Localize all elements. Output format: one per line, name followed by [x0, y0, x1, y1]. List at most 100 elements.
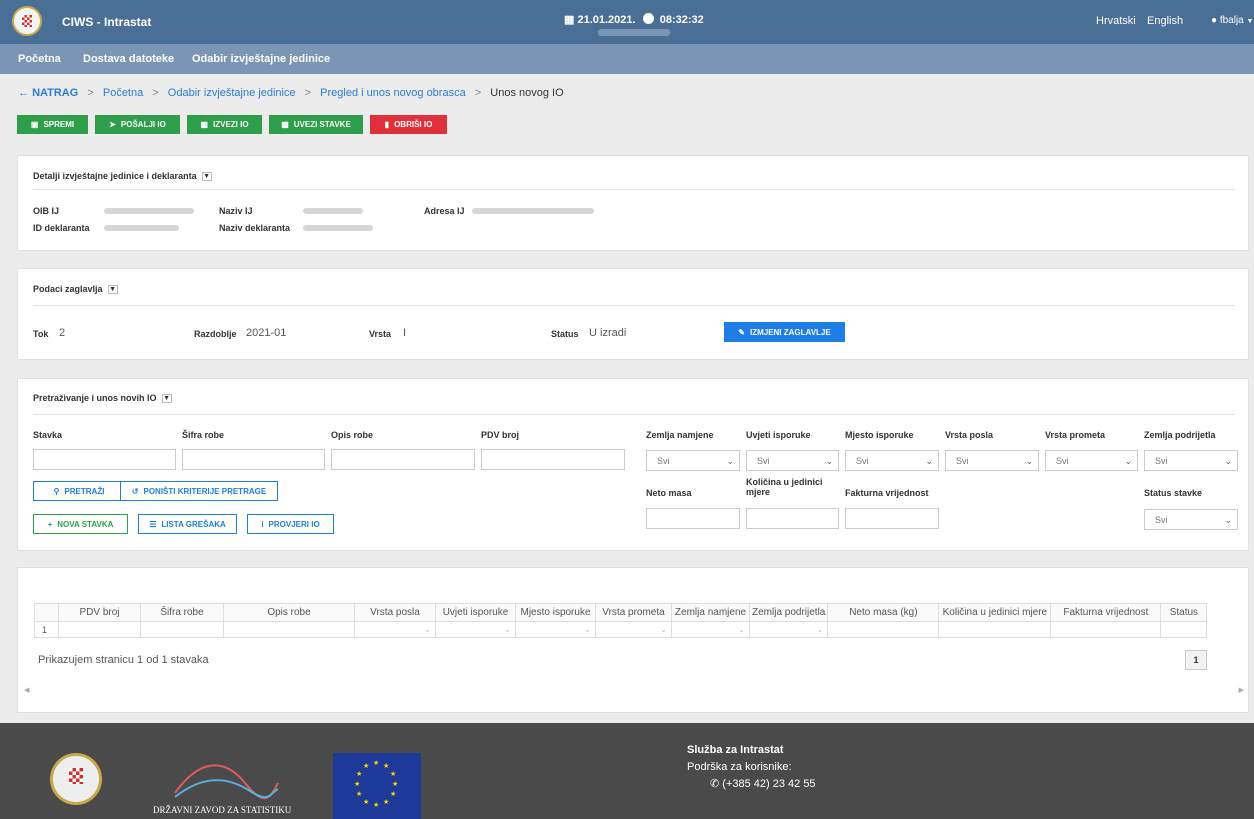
send-icon: ➤: [109, 120, 116, 129]
scroll-right-icon[interactable]: ▶: [1239, 686, 1244, 694]
chevron-down-icon: ⌄: [1224, 456, 1232, 466]
zemlja-namjene-select[interactable]: Svi ⌄: [646, 450, 740, 471]
chevron-down-icon[interactable]: ⌄: [354, 621, 436, 638]
eu-flag-icon: ★ ★ ★ ★ ★ ★ ★ ★ ★ ★ ★ ★: [333, 753, 421, 819]
chevron-down-icon[interactable]: ⌄: [595, 621, 672, 638]
search-panel-title[interactable]: Pretraživanje i unos novih IO ▼: [33, 393, 172, 404]
neto-masa-input[interactable]: [646, 508, 740, 529]
save-button[interactable]: ▣ SPREMI: [17, 115, 88, 134]
breadcrumb-item-odabir[interactable]: Odabir izvještajne jedinice: [168, 87, 296, 99]
col-mjesto-isporuke[interactable]: Mjesto isporuke: [515, 603, 596, 622]
naziv-ij-value-redacted: [303, 208, 363, 214]
col-zemlja-podrijetla[interactable]: Zemlja podrijetla: [748, 603, 829, 622]
save-icon: ▣: [30, 120, 39, 129]
status-value: U izradi: [589, 327, 627, 339]
declarant-id-value-redacted: [104, 225, 179, 231]
status-stavke-select[interactable]: Svi ⌄: [1144, 509, 1238, 530]
current-time: 08:32:32: [659, 14, 704, 26]
sifra-robe-label: Šifra robe: [182, 430, 225, 440]
lang-hr-link[interactable]: Hrvatski: [1096, 15, 1136, 27]
caret-down-icon: ▼: [1246, 18, 1254, 25]
adresa-value-redacted: [472, 208, 594, 214]
check-io-button[interactable]: i PROVJERI IO: [247, 514, 334, 534]
vrsta-prometa-select[interactable]: Svi ⌄: [1045, 450, 1138, 471]
col-kolicina[interactable]: Količina u jedinici mjere: [938, 603, 1052, 622]
current-date: 21.01.2021.: [577, 14, 636, 26]
horizontal-scrollbar[interactable]: ◀ ▶: [24, 686, 1244, 697]
trash-icon: ▮: [384, 120, 390, 129]
sifra-robe-input[interactable]: [182, 449, 325, 470]
breadcrumb-item-pregled[interactable]: Pregled i unos novog obrasca: [320, 87, 466, 99]
nav-item-pocetna[interactable]: Početna: [18, 53, 61, 65]
edit-header-button[interactable]: ✎ IZMJENI ZAGLAVLJE: [724, 322, 845, 342]
col-sifra-robe[interactable]: Šifra robe: [140, 603, 224, 622]
back-link[interactable]: ← NATRAG: [18, 87, 78, 99]
export-button[interactable]: ▩ IZVEZI IO: [187, 115, 262, 134]
chevron-down-icon[interactable]: ⌄: [671, 621, 750, 638]
service-title: Služba za Intrastat: [687, 744, 784, 756]
support-phone[interactable]: ✆ (+385 42) 23 42 55: [710, 777, 816, 790]
kolicina-input[interactable]: [746, 508, 839, 529]
nav-item-dostava[interactable]: Dostava datoteke: [83, 53, 174, 65]
chevron-down-icon[interactable]: ⌄: [515, 621, 596, 638]
chevron-down-icon[interactable]: ⌄: [748, 621, 829, 638]
scroll-left-icon[interactable]: ◀: [24, 686, 29, 694]
calendar-icon: ▦: [564, 14, 575, 26]
clock-icon: [642, 13, 654, 24]
delete-button[interactable]: ▮ OBRIŠI IO: [370, 115, 447, 134]
tok-value: 2: [59, 327, 66, 339]
search-icon: ⚲: [53, 486, 60, 496]
vrsta-prometa-label: Vrsta prometa: [1045, 430, 1106, 440]
status-stavke-label: Status stavke: [1144, 488, 1203, 498]
uvjeti-isporuke-select[interactable]: Svi ⌄: [746, 450, 839, 471]
footer: DRŽAVNI ZAVOD ZA STATISTIKU ★ ★ ★ ★ ★ ★ …: [0, 723, 1254, 819]
col-pdv-broj[interactable]: PDV broj: [58, 603, 141, 622]
new-item-button[interactable]: + NOVA STAVKA: [33, 514, 128, 534]
opis-robe-input[interactable]: [331, 449, 475, 470]
details-panel: Detalji izvještajne jedinice i deklarant…: [17, 155, 1249, 251]
naziv-ij-label: Naziv IJ: [219, 206, 253, 216]
col-zemlja-namjene[interactable]: Zemlja namjene: [671, 603, 750, 622]
error-list-button[interactable]: ☰ LISTA GREŠAKA: [138, 514, 237, 534]
zemlja-namjene-label: Zemlja namjene: [646, 430, 714, 440]
collapse-caret-icon: ▼: [201, 172, 212, 182]
details-panel-title[interactable]: Detalji izvještajne jedinice i deklarant…: [33, 171, 212, 182]
uvjeti-isporuke-label: Uvjeti isporuke: [746, 430, 811, 440]
user-menu[interactable]: ● fbalja ▼: [1211, 15, 1253, 26]
row-number: 1: [34, 621, 59, 638]
lang-en-link[interactable]: English: [1147, 15, 1183, 27]
edit-icon: ✎: [738, 327, 745, 337]
collapse-caret-icon: ▼: [107, 285, 118, 295]
col-status[interactable]: Status: [1160, 603, 1208, 622]
fakturna-input[interactable]: [845, 508, 939, 529]
results-grid: PDV broj Šifra robe Opis robe Vrsta posl…: [34, 603, 1208, 638]
col-opis-robe[interactable]: Opis robe: [223, 603, 355, 622]
col-uvjeti-isporuke[interactable]: Uvjeti isporuke: [435, 603, 516, 622]
adresa-label: Adresa IJ: [424, 206, 465, 216]
list-icon: ☰: [149, 519, 157, 529]
send-button[interactable]: ➤ POŠALJI IO: [95, 115, 180, 134]
chevron-down-icon[interactable]: ⌄: [435, 621, 516, 638]
user-icon: ●: [1211, 15, 1218, 26]
chevron-down-icon: ⌄: [925, 456, 933, 466]
col-vrsta-posla[interactable]: Vrsta posla: [354, 603, 436, 622]
nav-item-odabir[interactable]: Odabir izvještajne jedinice: [192, 53, 330, 65]
zemlja-podrijetla-label: Zemlja podrijetla: [1144, 430, 1216, 440]
breadcrumb-item-pocetna[interactable]: Početna: [103, 87, 143, 99]
table-row[interactable]: 1 ⌄ ⌄ ⌄ ⌄ ⌄ ⌄: [34, 621, 1208, 638]
zemlja-podrijetla-select[interactable]: Svi ⌄: [1144, 450, 1238, 471]
page-1-button[interactable]: 1: [1185, 650, 1207, 670]
header-data-panel-title[interactable]: Podaci zaglavlja ▼: [33, 284, 118, 295]
col-vrsta-prometa[interactable]: Vrsta prometa: [595, 603, 672, 622]
pdv-broj-input[interactable]: [481, 449, 625, 470]
declarant-id-label: ID deklaranta: [33, 223, 90, 233]
mjesto-isporuke-select[interactable]: Svi ⌄: [845, 450, 939, 471]
import-items-button[interactable]: ▩ UVEZI STAVKE: [269, 115, 363, 134]
stavka-input[interactable]: [33, 449, 176, 470]
reset-criteria-button[interactable]: ↺ PONIŠTI KRITERIJE PRETRAGE: [120, 481, 278, 501]
status-label: Status: [551, 329, 579, 339]
search-button[interactable]: ⚲ PRETRAŽI: [33, 481, 125, 501]
col-fakturna[interactable]: Fakturna vrijednost: [1050, 603, 1162, 622]
col-neto-masa[interactable]: Neto masa (kg): [827, 603, 940, 622]
vrsta-posla-select[interactable]: Svi ⌄: [945, 450, 1039, 471]
